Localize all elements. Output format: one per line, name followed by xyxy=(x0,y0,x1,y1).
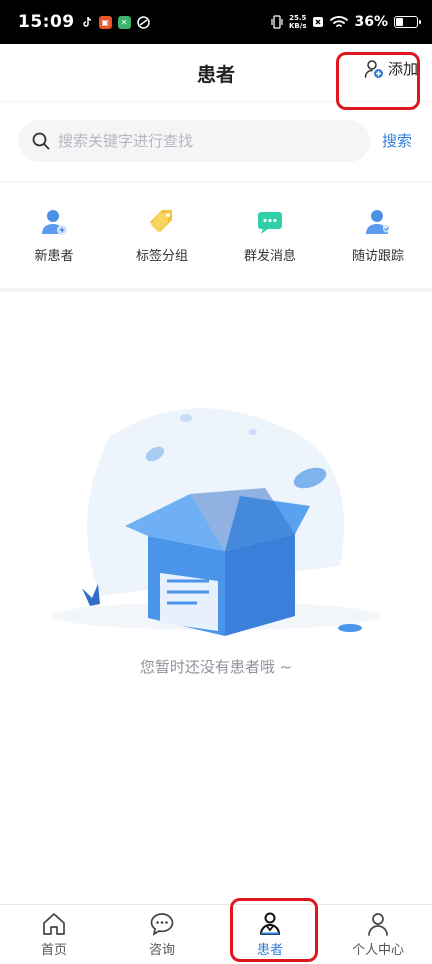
battery-percent: 36% xyxy=(354,14,388,30)
bottom-nav: 首页 咨询 患者 个人中心 xyxy=(0,904,432,964)
add-patient-button[interactable]: 添加 xyxy=(364,58,418,79)
profile-icon xyxy=(368,913,388,936)
status-notification-icons: ▣ ✕ xyxy=(82,15,150,29)
tab-label: 咨询 xyxy=(148,943,175,958)
new-patient-icon xyxy=(42,209,67,235)
sim-icon xyxy=(313,17,324,27)
vibrate-icon xyxy=(271,15,283,29)
network-speed: 25.5 KB/s xyxy=(289,14,306,30)
network-speed-unit: KB/s xyxy=(289,22,307,30)
network-speed-value: 25.5 xyxy=(289,14,307,22)
app-notification-icon xyxy=(136,15,150,29)
action-label: 群发消息 xyxy=(243,248,296,264)
app-notification-icon: ✕ xyxy=(117,15,131,29)
empty-box-illustration xyxy=(51,408,381,636)
add-patient-label: 添加 xyxy=(387,60,418,78)
follow-up-icon xyxy=(366,209,389,234)
tag-icon xyxy=(150,209,172,232)
wifi-icon xyxy=(330,16,349,27)
home-icon xyxy=(43,913,65,935)
action-tag-group[interactable]: 标签分组 xyxy=(108,182,216,288)
tab-profile[interactable]: 个人中心 xyxy=(324,905,432,964)
add-user-icon xyxy=(364,59,383,78)
search-icon xyxy=(32,132,50,149)
quick-actions: 新患者 标签分组 群发消息 随访跟踪 xyxy=(0,182,432,292)
app-notification-icon: ▣ xyxy=(98,15,112,29)
action-label: 新患者 xyxy=(34,248,74,264)
app-header: 患者 添加 xyxy=(0,44,432,100)
action-label: 随访跟踪 xyxy=(351,248,404,264)
tab-label: 个人中心 xyxy=(351,943,404,958)
search-bar: 搜索 xyxy=(0,100,432,182)
tab-consult[interactable]: 咨询 xyxy=(108,905,216,964)
empty-message: 您暂时还没有患者哦 ~ xyxy=(139,658,293,676)
battery-icon xyxy=(394,16,421,28)
action-label: 标签分组 xyxy=(135,248,188,264)
action-new-patient[interactable]: 新患者 xyxy=(0,182,108,288)
status-right: 25.5 KB/s 36% xyxy=(271,14,421,30)
chat-icon xyxy=(150,913,174,936)
tab-label: 患者 xyxy=(256,943,283,958)
tab-patients[interactable]: 患者 xyxy=(216,905,324,964)
message-icon xyxy=(258,211,282,234)
battery-fill xyxy=(396,18,404,26)
search-box xyxy=(18,119,370,162)
action-follow-up[interactable]: 随访跟踪 xyxy=(324,182,432,288)
tab-home[interactable]: 首页 xyxy=(0,905,108,964)
patient-icon xyxy=(260,912,280,935)
search-input[interactable] xyxy=(58,131,338,150)
action-broadcast[interactable]: 群发消息 xyxy=(216,182,324,288)
status-bar: 15:09 ▣ ✕ 25.5 KB/s 36% xyxy=(0,0,432,44)
status-time: 15:09 xyxy=(18,12,75,32)
empty-state: 您暂时还没有患者哦 ~ xyxy=(0,296,432,904)
search-button[interactable]: 搜索 xyxy=(382,130,412,151)
tab-label: 首页 xyxy=(40,943,67,958)
tiktok-icon xyxy=(82,16,91,27)
